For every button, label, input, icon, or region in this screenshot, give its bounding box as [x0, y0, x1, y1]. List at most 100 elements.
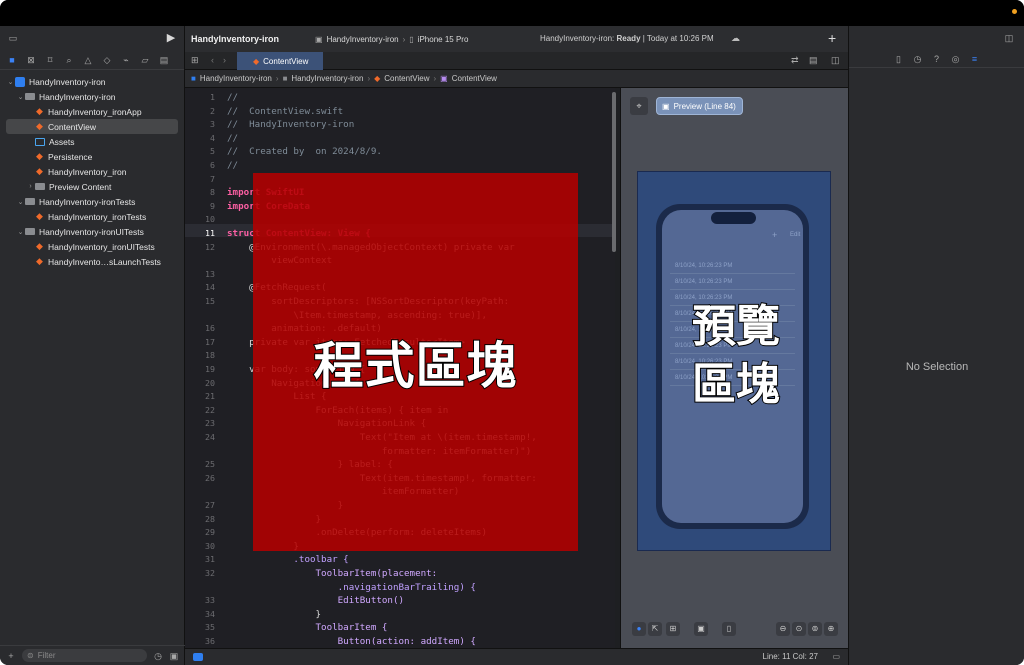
search-icon[interactable]: ⌕ [64, 55, 74, 65]
line-number: 25 [205, 459, 215, 470]
run-icon[interactable]: ▶ [166, 33, 176, 44]
help-icon[interactable]: ? [932, 54, 942, 64]
preview-add-button[interactable]: + [772, 230, 777, 240]
chevron-right-icon: › [402, 34, 406, 44]
navigator-item[interactable]: Assets [0, 134, 184, 149]
jump-file[interactable]: ContentView [384, 74, 429, 83]
line-number: 3 [210, 119, 215, 130]
line-number: 10 [205, 214, 215, 225]
zoom-actual-icon[interactable]: ⊚ [808, 622, 822, 636]
attributes-icon[interactable]: ≡ [970, 54, 980, 64]
bookmark-icon[interactable]: ⌑ [45, 55, 55, 65]
debug-area-icon[interactable] [193, 653, 203, 661]
preview-list-row[interactable]: 8/10/24, 10:26:23 PM [670, 258, 795, 274]
line-number: 26 [205, 472, 215, 483]
line-number: 27 [205, 500, 215, 510]
xcode-window: ▭ ▶ ■ ⊠ ⌑ ⌕ △ ◇ ⌁ ▱ ▤ ⌄ HandyInventory-ir… [0, 0, 1024, 665]
project-title: HandyInventory-iron [191, 34, 280, 44]
navigator-footer: + ⊜ Filter ◷ ▣ [0, 645, 185, 665]
scheme-icon: ▣ [315, 34, 323, 44]
sidebar-toggle-icon[interactable]: ▭ [8, 33, 18, 43]
jump-folder[interactable]: HandyInventory-iron [291, 74, 363, 83]
navigator-item[interactable]: ◆ HandyInventory_ironApp [0, 104, 184, 119]
editor-options-icon[interactable]: ▤ [809, 55, 818, 66]
filter-placeholder: Filter [37, 651, 56, 660]
issue-icon[interactable]: △ [83, 55, 93, 65]
preview-edit-button[interactable]: Edit [790, 232, 800, 238]
navigator-item[interactable]: › Preview Content [0, 179, 184, 194]
preview-button[interactable]: ▣ Preview (Line 84) [656, 97, 743, 115]
history-icon[interactable]: ◷ [913, 54, 923, 64]
line-number: 28 [205, 513, 215, 524]
tab-contentview[interactable]: ◆ ContentView [237, 52, 323, 70]
chevron-icon[interactable]: ⌄ [16, 198, 25, 206]
navigator-item[interactable]: ⌄ HandyInventory-ironUITests [0, 224, 184, 239]
navigator-item-label: HandyInventory-iron [29, 76, 106, 87]
debug-icon[interactable]: ⌁ [121, 55, 131, 65]
line-number: 21 [205, 391, 215, 402]
device-icon[interactable]: ▯ [722, 622, 736, 636]
file-inspector-icon[interactable]: ▯ [894, 54, 904, 64]
activity-status: HandyInventory-iron: Ready | Today at 10… [540, 34, 714, 43]
navigator-item[interactable]: ⌄ HandyInventory-ironTests [0, 194, 184, 209]
refresh-icon[interactable]: ⇄ [791, 55, 799, 66]
back-icon[interactable]: ‹ [211, 55, 214, 65]
code-line: 5 // Created by on 2024/8/9. [185, 145, 615, 158]
cloud-icon[interactable]: ☁ [731, 33, 740, 44]
live-mode-icon[interactable]: ● [632, 622, 646, 636]
preview-list-row[interactable]: 8/10/24, 10:26:23 PM [670, 274, 795, 290]
navigator-item[interactable]: ◆ HandyInvento…sLaunchTests [0, 254, 184, 269]
chevron-icon[interactable]: ⌄ [6, 78, 15, 86]
editor-scrollbar[interactable] [612, 92, 616, 252]
line-number: 13 [205, 268, 215, 279]
zoom-fit-icon[interactable]: ⊙ [792, 622, 806, 636]
folder-icon[interactable]: ■ [7, 55, 17, 65]
filter-field[interactable]: ⊜ Filter [22, 649, 147, 662]
line-number: 4 [210, 132, 215, 143]
inspector-tabs: ▯ ◷ ? ◎ ≡ [849, 50, 1024, 68]
recent-icon[interactable]: ◷ [153, 651, 163, 661]
navigator-item[interactable]: ◆ HandyInventory_ironTests [0, 209, 184, 224]
navigator-item[interactable]: ⌄ HandyInventory-iron [0, 89, 184, 104]
report-icon[interactable]: ▤ [159, 55, 169, 65]
select-mode-icon[interactable]: ⇱ [648, 622, 662, 636]
code-line: 6 // [185, 159, 615, 172]
code-text: // ContentView.swift [227, 105, 344, 117]
jump-symbol[interactable]: ContentView [452, 74, 497, 83]
source-control-icon[interactable]: ⊠ [26, 55, 36, 65]
status-time: Today at 10:26 PM [646, 34, 714, 43]
code-text: // [227, 132, 239, 144]
navigator-item[interactable]: ◆ Persistence [0, 149, 184, 164]
split-editor-icon[interactable]: ◫ [831, 55, 840, 66]
navigator-item[interactable]: ◆ HandyInventory_ironUITests [0, 239, 184, 254]
code-text: ToolbarItem { [227, 622, 388, 634]
code-text: Button(action: addItem) { [227, 636, 476, 647]
navigator-item[interactable]: ◆ ContentView [6, 119, 178, 134]
breakpoint-icon[interactable]: ▱ [140, 55, 150, 65]
code-text: } [227, 608, 322, 620]
device-settings-icon[interactable]: ▣ [694, 622, 708, 636]
chevron-icon[interactable]: ⌄ [16, 93, 25, 101]
add-icon[interactable]: + [6, 651, 16, 661]
scope-icon[interactable]: ▣ [169, 651, 179, 661]
navigator-item[interactable]: ◆ HandyInventory_iron [0, 164, 184, 179]
grid-icon[interactable]: ⊞ [191, 55, 199, 66]
chevron-right-icon: › [433, 74, 437, 83]
pin-icon[interactable]: ⌖ [630, 97, 648, 115]
navigator-item[interactable]: ⌄ HandyInventory-iron [0, 74, 184, 89]
debug-toggle-icon[interactable]: ▭ [832, 652, 840, 661]
variants-icon[interactable]: ⊞ [666, 622, 680, 636]
code-line: 36 Button(action: addItem) { [185, 635, 615, 648]
code-region-label: 程式區塊 [313, 336, 518, 396]
chevron-icon[interactable]: › [26, 183, 35, 190]
jump-project[interactable]: HandyInventory-iron [200, 74, 272, 83]
zoom-in-icon[interactable]: ⊕ [824, 622, 838, 636]
forward-icon[interactable]: › [223, 55, 226, 65]
zoom-out-icon[interactable]: ⊖ [776, 622, 790, 636]
code-text: .toolbar { [227, 554, 349, 566]
test-icon[interactable]: ◇ [102, 55, 112, 65]
add-button[interactable]: + [828, 30, 836, 46]
chevron-icon[interactable]: ⌄ [16, 228, 25, 236]
inspector-toggle-icon[interactable]: ◫ [1004, 33, 1014, 43]
accessibility-icon[interactable]: ◎ [951, 54, 961, 64]
